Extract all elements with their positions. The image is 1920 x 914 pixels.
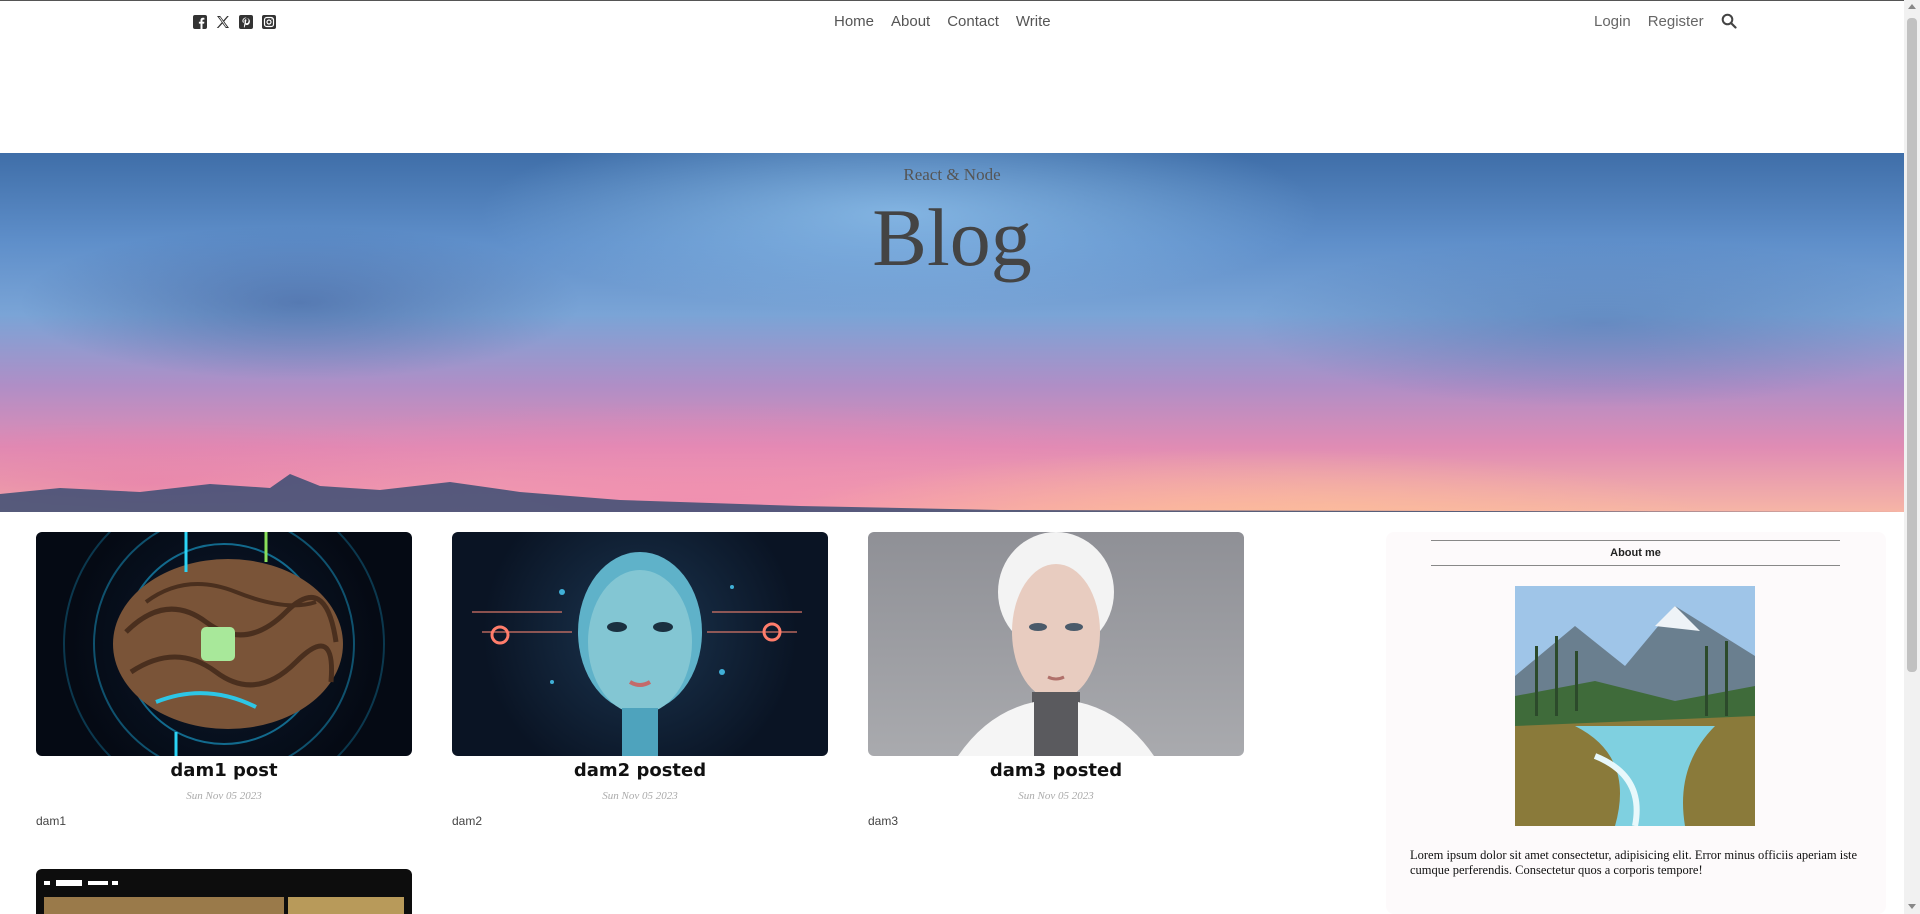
post-description: dam1 (36, 814, 67, 828)
about-me-text: Lorem ipsum dolor sit amet consectetur, … (1410, 848, 1858, 877)
post-description: dam2 (452, 814, 483, 828)
instagram-icon[interactable] (261, 14, 277, 30)
post-title[interactable]: dam2 posted (452, 758, 828, 784)
pinterest-icon[interactable] (238, 14, 254, 30)
nav-about-link[interactable]: About (891, 13, 930, 30)
mountain-silhouette (0, 474, 1904, 512)
facebook-icon[interactable] (192, 14, 208, 30)
post-date: Sun Nov 05 2023 (602, 790, 678, 802)
post-card[interactable] (36, 869, 412, 914)
post-date: Sun Nov 05 2023 (1018, 790, 1094, 802)
nav-home-link[interactable]: Home (834, 13, 874, 30)
login-link[interactable]: Login (1594, 13, 1631, 30)
post-image[interactable] (452, 532, 828, 756)
hero-subtitle: React & Node (903, 165, 1001, 184)
post-title[interactable]: dam3 posted (868, 758, 1244, 784)
register-link[interactable]: Register (1648, 13, 1704, 30)
post-title[interactable]: dam1 post (36, 758, 412, 784)
x-twitter-icon[interactable] (215, 14, 231, 30)
post-card[interactable]: dam1 post Sun Nov 05 2023 dam1 (36, 532, 412, 828)
post-date: Sun Nov 05 2023 (186, 790, 262, 802)
post-image[interactable] (868, 532, 1244, 756)
top-bar: Home About Contact Write Login Register (0, 0, 1904, 42)
post-image[interactable] (36, 869, 412, 914)
post-image[interactable] (36, 532, 412, 756)
social-links (192, 14, 277, 30)
about-me-title: About me (1431, 540, 1840, 566)
search-icon[interactable] (1721, 13, 1739, 31)
auth-links: Login Register (1594, 13, 1704, 30)
scroll-down-arrow-icon[interactable] (1908, 904, 1916, 909)
post-description: dam3 (868, 814, 899, 828)
post-card[interactable]: dam2 posted Sun Nov 05 2023 dam2 (452, 532, 828, 828)
hero-title: Blog (872, 192, 1032, 283)
scroll-up-arrow-icon[interactable] (1908, 4, 1916, 9)
sidebar: About me Lorem ipsum dolor sit amet cons… (1386, 532, 1886, 914)
post-card[interactable]: dam3 posted Sun Nov 05 2023 dam3 (868, 532, 1244, 828)
about-me-image (1515, 586, 1755, 826)
nav-contact-link[interactable]: Contact (947, 13, 999, 30)
nav-write-link[interactable]: Write (1016, 13, 1051, 30)
hero-banner: React & Node Blog (0, 153, 1904, 512)
scrollbar-thumb[interactable] (1907, 18, 1917, 672)
main-nav: Home About Contact Write (834, 13, 1051, 30)
